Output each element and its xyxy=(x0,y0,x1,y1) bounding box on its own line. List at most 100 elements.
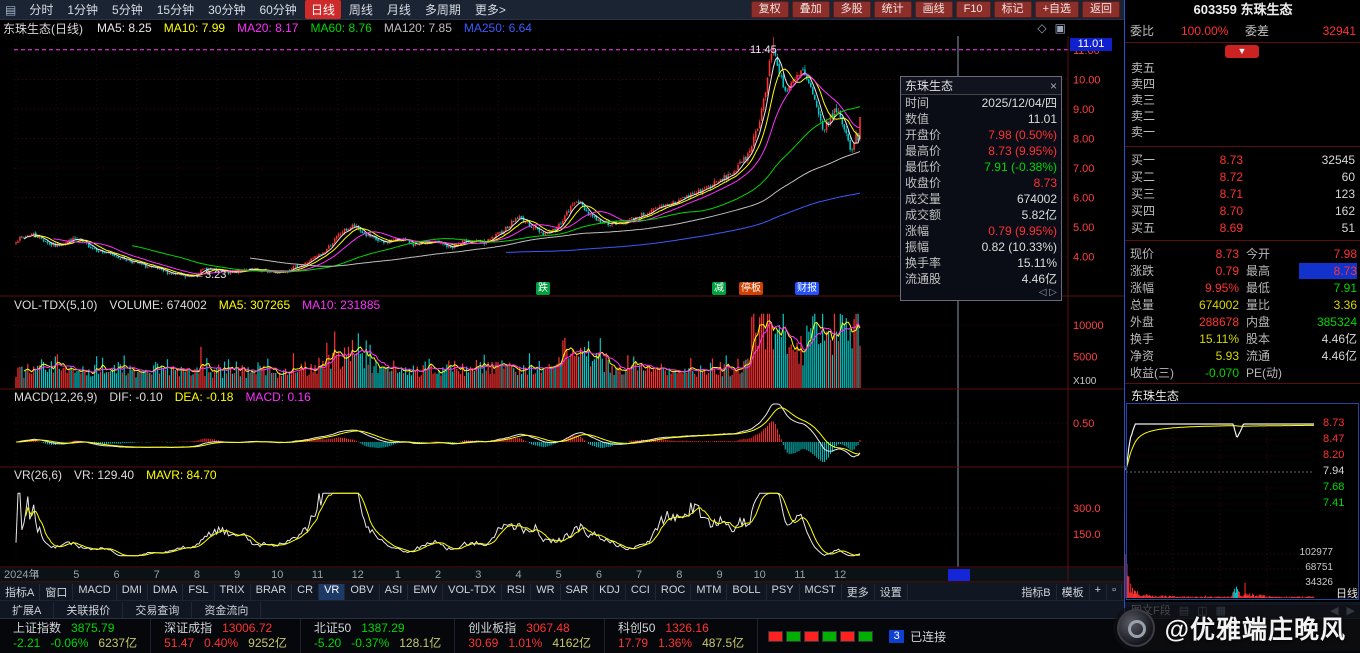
indicator-tab[interactable]: BRAR xyxy=(251,584,293,600)
period-tab[interactable]: 更多> xyxy=(469,0,512,19)
svg-text:2: 2 xyxy=(435,569,441,581)
bottom-tab[interactable]: 扩展A xyxy=(0,602,54,618)
period-tab[interactable]: 多周期 xyxy=(419,0,467,19)
indicator-tab[interactable]: FSL xyxy=(183,584,214,600)
period-tab[interactable]: 日线 xyxy=(305,0,341,19)
pane-header-label: MA5: 307265 xyxy=(219,298,290,313)
indicator-tab[interactable]: RSI xyxy=(502,584,531,600)
indicator-tab[interactable]: DMA xyxy=(148,584,183,600)
mini-period-label[interactable]: 日线 xyxy=(1336,585,1358,601)
period-tab[interactable]: 周线 xyxy=(343,0,379,19)
toolbar-action-button[interactable]: F10 xyxy=(956,1,991,18)
indicator-tab[interactable]: MTM xyxy=(691,584,727,600)
buy-row[interactable]: 买五8.6951 xyxy=(1125,220,1360,236)
tooltip-close-icon[interactable]: × xyxy=(1050,77,1057,94)
sell-row[interactable]: 卖一 xyxy=(1125,124,1360,140)
stat-row: 涨跌0.79最高8.73 xyxy=(1125,263,1360,279)
indicator-tab[interactable]: 窗口 xyxy=(40,584,73,600)
indicator-tab-bar: 指标A窗口MACDDMIDMAFSLTRIXBRARCRVROBVASIEMVV… xyxy=(0,582,1124,600)
indicator-tab[interactable]: WR xyxy=(531,584,560,600)
event-marker[interactable]: 停板 xyxy=(739,282,763,295)
buy-row[interactable]: 买三8.71123 xyxy=(1125,186,1360,202)
toolbar-action-button[interactable]: 画线 xyxy=(915,1,953,18)
indicator-tab[interactable]: CCI xyxy=(626,584,656,600)
indicator-tab[interactable]: SAR xyxy=(561,584,595,600)
mini-intraday-chart-frame[interactable] xyxy=(1126,403,1359,600)
sell-row[interactable]: 卖四 xyxy=(1125,76,1360,92)
event-marker[interactable]: 跌 xyxy=(536,282,550,295)
divider xyxy=(1125,240,1360,241)
svg-text:4: 4 xyxy=(515,569,521,581)
bottom-tab[interactable]: 交易查询 xyxy=(123,602,192,618)
indicator-tab[interactable]: CR xyxy=(292,584,319,600)
top-toolbar: ▤ 分时1分钟5分钟15分钟30分钟60分钟日线周线月线多周期更多> 复权叠加多… xyxy=(0,0,1124,20)
indicator-tab[interactable]: MCST xyxy=(800,584,842,600)
event-marker[interactable]: 财报 xyxy=(795,282,819,295)
indicator-tab[interactable]: ROC xyxy=(656,584,691,600)
crosshair-price-box: 11.01 xyxy=(1070,38,1112,51)
indicator-tab[interactable]: EMV xyxy=(408,584,443,600)
pane-header-label: MACD: 0.16 xyxy=(245,390,310,405)
indicator-tab[interactable]: PSY xyxy=(767,584,800,600)
bottom-tab[interactable]: 关联报价 xyxy=(54,602,123,618)
index-quote[interactable]: 北证501387.29-5.20-0.37%128.1亿 xyxy=(301,619,455,653)
indicator-tab-right[interactable]: + xyxy=(1090,584,1107,600)
svg-text:8.00: 8.00 xyxy=(1073,134,1094,146)
index-quote[interactable]: 科创501326.1617.791.36%487.5亿 xyxy=(605,619,758,653)
indicator-tab-right[interactable]: ▫ xyxy=(1107,584,1122,600)
indicator-tab-right[interactable]: 指标B xyxy=(1016,584,1056,600)
weicha-label: 委差 xyxy=(1245,23,1269,40)
buy-row[interactable]: 买二8.7260 xyxy=(1125,169,1360,185)
indicator-tab[interactable]: 指标A xyxy=(0,584,40,600)
svg-text:5.00: 5.00 xyxy=(1073,222,1094,234)
window-icon[interactable]: ▣ xyxy=(1055,21,1066,35)
sell-row[interactable]: 卖五 xyxy=(1125,60,1360,76)
orderbook-expand-button[interactable]: ▼ xyxy=(1225,45,1259,58)
toolbar-action-button[interactable]: 复权 xyxy=(751,1,789,18)
buy-row[interactable]: 买四8.70162 xyxy=(1125,203,1360,219)
period-tab[interactable]: 分时 xyxy=(23,0,59,19)
toolbar-action-button[interactable]: 多股 xyxy=(833,1,871,18)
watermark-logo xyxy=(1117,609,1155,647)
indicator-tab[interactable]: VOL-TDX xyxy=(443,584,502,600)
indicator-tab[interactable]: VR xyxy=(319,584,345,600)
toolbar-action-button[interactable]: 标记 xyxy=(994,1,1032,18)
indicator-tab[interactable]: KDJ xyxy=(594,584,626,600)
menu-icon[interactable]: ▤ xyxy=(0,3,21,17)
index-quote[interactable]: 上证指数3875.79-2.21-0.06%6237亿 xyxy=(0,619,151,653)
pane-header-label: VR(26,6) xyxy=(14,468,62,483)
indicator-tab[interactable]: OBV xyxy=(345,584,379,600)
diamond-icon[interactable]: ◇ xyxy=(1037,21,1046,35)
indicator-tab[interactable]: DMI xyxy=(117,584,148,600)
event-marker[interactable]: 减 xyxy=(712,282,726,295)
toolbar-action-button[interactable]: 统计 xyxy=(874,1,912,18)
tooltip-row: 收盘价8.73 xyxy=(901,175,1061,191)
indicator-tab[interactable]: MACD xyxy=(73,584,116,600)
indicator-tab-right[interactable]: 模板 xyxy=(1057,584,1090,600)
stat-row: 收益(三)-0.070PE(动) xyxy=(1125,365,1360,381)
bottom-tab[interactable]: 资金流向 xyxy=(192,602,261,618)
indicator-tab[interactable]: ASI xyxy=(380,584,409,600)
indicator-tab[interactable]: TRIX xyxy=(215,584,251,600)
period-tab[interactable]: 5分钟 xyxy=(106,0,149,19)
buy-row[interactable]: 买一8.7332545 xyxy=(1125,152,1360,168)
tooltip-nav-icons[interactable]: ◁ ▷ xyxy=(901,287,1061,300)
indicator-tab[interactable]: BOLL xyxy=(727,584,766,600)
index-quote[interactable]: 创业板指3067.4830.691.01%4162亿 xyxy=(455,619,605,653)
ma-label: MA60: 8.76 xyxy=(310,21,371,35)
indicator-tab[interactable]: 更多 xyxy=(842,584,875,600)
period-tab[interactable]: 60分钟 xyxy=(253,0,302,19)
period-tab[interactable]: 15分钟 xyxy=(151,0,200,19)
sell-row[interactable]: 卖三 xyxy=(1125,92,1360,108)
indicator-tab[interactable]: 设置 xyxy=(875,584,908,600)
toolbar-action-button[interactable]: +自选 xyxy=(1035,1,1079,18)
period-tab[interactable]: 30分钟 xyxy=(202,0,251,19)
index-quote[interactable]: 深证成指13006.7251.470.40%9252亿 xyxy=(151,619,301,653)
pane-header-label: MAVR: 84.70 xyxy=(146,468,216,483)
toolbar-action-button[interactable]: 返回 xyxy=(1082,1,1120,18)
toolbar-action-button[interactable]: 叠加 xyxy=(792,1,830,18)
period-tab[interactable]: 1分钟 xyxy=(61,0,104,19)
sell-row[interactable]: 卖二 xyxy=(1125,108,1360,124)
period-tab[interactable]: 月线 xyxy=(381,0,417,19)
indicator-tabs-right: 指标B模板+▫ xyxy=(1016,584,1124,600)
